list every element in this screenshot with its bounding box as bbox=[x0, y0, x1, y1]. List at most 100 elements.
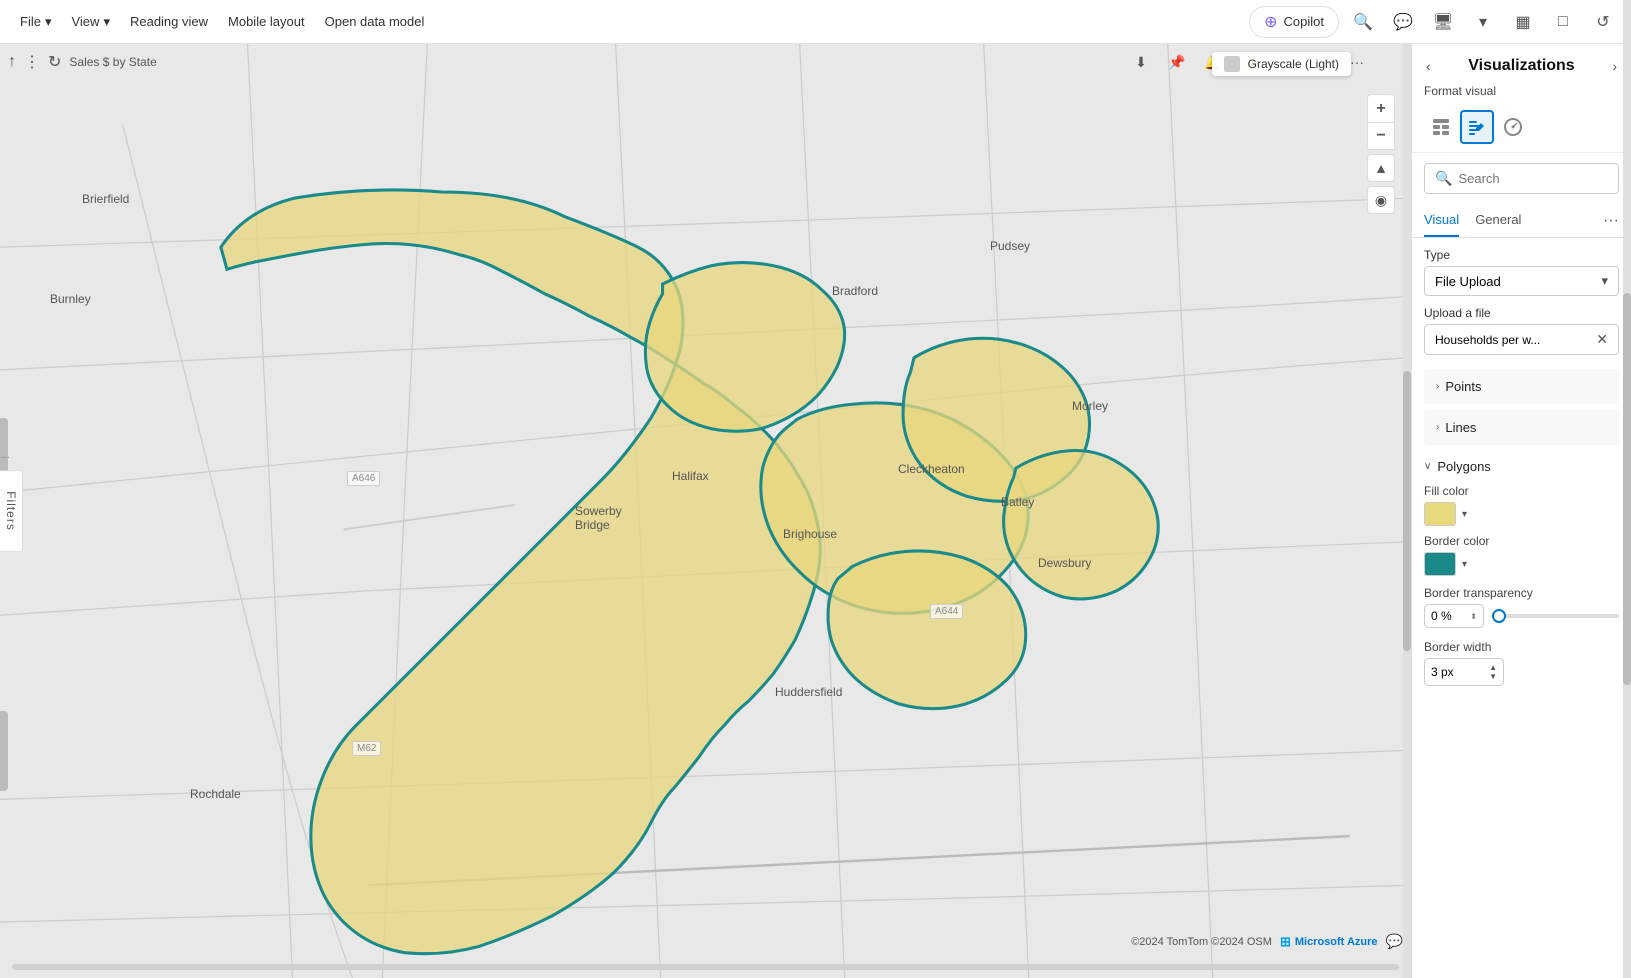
map-style-badge[interactable]: Grayscale (Light) bbox=[1212, 52, 1351, 76]
map-title-area: ↑ ⋮ ↻ Sales $ by State bbox=[8, 52, 157, 72]
zoom-out-button[interactable]: − bbox=[1367, 122, 1395, 150]
copilot-label: Copilot bbox=[1284, 14, 1324, 29]
undo-icon[interactable]: ↺ bbox=[1587, 6, 1619, 38]
move-up-icon[interactable]: ↑ bbox=[8, 53, 16, 71]
spin-down-icon[interactable]: ▼ bbox=[1489, 672, 1497, 681]
map-attribution: ©2024 TomTom ©2024 OSM ⊞ Microsoft Azure… bbox=[1131, 933, 1403, 950]
transparency-spinner[interactable]: ⬍ bbox=[1470, 612, 1477, 621]
viz-type-section: Type File Upload ▾ bbox=[1412, 238, 1631, 306]
search-input[interactable] bbox=[1458, 171, 1631, 186]
type-value: File Upload bbox=[1435, 274, 1501, 289]
view-label: View bbox=[71, 14, 99, 29]
filters-label: Filters bbox=[4, 491, 18, 531]
mobile-layout-label: Mobile layout bbox=[228, 14, 305, 29]
border-width-spinner[interactable]: ▲ ▼ bbox=[1489, 663, 1497, 681]
refresh-icon[interactable]: ↻ bbox=[48, 52, 61, 72]
spin-up-icon[interactable]: ▲ bbox=[1489, 663, 1497, 672]
filters-tab[interactable]: Filters bbox=[0, 470, 23, 552]
city-morley: Morley bbox=[1072, 399, 1108, 413]
fill-color-label: Fill color bbox=[1424, 484, 1619, 498]
lines-header[interactable]: › Lines bbox=[1424, 410, 1619, 445]
copilot-button[interactable]: ⊕ Copilot bbox=[1249, 6, 1339, 38]
file-menu[interactable]: File ▾ bbox=[12, 10, 59, 34]
city-dewsbury: Dewsbury bbox=[1038, 556, 1091, 570]
file-label: File bbox=[20, 14, 41, 29]
map-background bbox=[0, 44, 1411, 978]
city-cleckheaton: Cleckheaton bbox=[898, 462, 965, 476]
upload-field[interactable]: Households per w... ✕ bbox=[1424, 324, 1619, 355]
viz-icon-analytics[interactable] bbox=[1496, 110, 1530, 144]
expand-panel-button[interactable]: › bbox=[1610, 56, 1619, 76]
border-width-value: 3 px bbox=[1431, 665, 1454, 679]
road-a646: A646 bbox=[347, 471, 380, 486]
viz-icon-format-active[interactable] bbox=[1460, 110, 1494, 144]
mobile-layout-button[interactable]: Mobile layout bbox=[220, 10, 313, 33]
view-chevron-icon: ▾ bbox=[103, 14, 110, 30]
ellipsis-icon[interactable]: ⋮ bbox=[24, 52, 40, 72]
points-header[interactable]: › Points bbox=[1424, 369, 1619, 404]
upload-clear-button[interactable]: ✕ bbox=[1596, 331, 1608, 348]
fill-color-dropdown-arrow[interactable]: ▾ bbox=[1462, 509, 1467, 520]
border-color-label: Border color bbox=[1424, 534, 1619, 548]
tab-more-button[interactable]: ··· bbox=[1603, 212, 1619, 230]
viz-panel: ‹ Visualizations › Format visual 🔍 Vis bbox=[1411, 44, 1631, 978]
border-color-row: Border color ▾ bbox=[1424, 530, 1619, 580]
map-top-bar: ↑ ⋮ ↻ Sales $ by State bbox=[8, 52, 1403, 72]
fill-color-swatch-row: ▾ bbox=[1424, 502, 1619, 526]
border-transparency-thumb[interactable] bbox=[1492, 609, 1506, 623]
monitor-icon[interactable]: 🖥 bbox=[1427, 6, 1459, 38]
lines-section: › Lines bbox=[1424, 410, 1619, 445]
reading-view-button[interactable]: Reading view bbox=[122, 10, 216, 33]
north-button[interactable]: ▲ bbox=[1367, 154, 1395, 182]
border-color-swatch-row: ▾ bbox=[1424, 552, 1619, 576]
chat-map-icon[interactable]: 💬 bbox=[1386, 933, 1403, 950]
view-menu[interactable]: View ▾ bbox=[63, 10, 117, 34]
lines-chevron-icon: › bbox=[1436, 422, 1439, 433]
map-container: Filters bbox=[0, 44, 1411, 978]
map-scrollbar-vertical[interactable] bbox=[1403, 44, 1411, 978]
border-color-swatch[interactable] bbox=[1424, 552, 1456, 576]
map-style-label: Grayscale (Light) bbox=[1248, 57, 1339, 71]
location-button[interactable]: ◉ bbox=[1367, 186, 1395, 214]
chevron-down-icon[interactable]: ▾ bbox=[1467, 6, 1499, 38]
city-bradford: Bradford bbox=[832, 284, 878, 298]
open-data-model-button[interactable]: Open data model bbox=[317, 10, 433, 33]
tab-visual[interactable]: Visual bbox=[1424, 204, 1459, 237]
tab-general[interactable]: General bbox=[1475, 204, 1521, 237]
points-section: › Points bbox=[1424, 369, 1619, 404]
polygons-label: Polygons bbox=[1437, 459, 1490, 474]
city-burnley: Burnley bbox=[50, 292, 91, 306]
viz-format-title: Format visual bbox=[1412, 80, 1631, 106]
chat-icon[interactable]: 💬 bbox=[1387, 6, 1419, 38]
polygons-chevron-icon: ∨ bbox=[1424, 461, 1431, 472]
border-color-dropdown-arrow[interactable]: ▾ bbox=[1462, 559, 1467, 570]
copilot-icon: ⊕ bbox=[1264, 12, 1277, 32]
left-scroll-handle-2[interactable] bbox=[0, 711, 8, 791]
search-icon: 🔍 bbox=[1435, 170, 1452, 187]
viz-icon-table[interactable] bbox=[1424, 110, 1458, 144]
points-label: Points bbox=[1445, 379, 1481, 394]
share-icon[interactable]: □ bbox=[1547, 6, 1579, 38]
border-transparency-input[interactable]: 0 % ⬍ bbox=[1424, 604, 1484, 628]
main-content: Filters bbox=[0, 44, 1631, 978]
fill-color-row: Fill color ▾ bbox=[1424, 480, 1619, 530]
viz-search-box[interactable]: 🔍 bbox=[1424, 163, 1619, 194]
binoculars-icon[interactable]: 🔍 bbox=[1347, 6, 1379, 38]
city-rochdale: Rochdale bbox=[190, 787, 241, 801]
viz-panel-title: Visualizations bbox=[1468, 57, 1574, 75]
type-dropdown[interactable]: File Upload ▾ bbox=[1424, 266, 1619, 296]
border-transparency-slider[interactable] bbox=[1492, 614, 1619, 618]
zoom-in-button[interactable]: + bbox=[1367, 94, 1395, 122]
polygons-header[interactable]: ∨ Polygons bbox=[1424, 449, 1619, 480]
map-title: Sales $ by State bbox=[69, 55, 156, 69]
fill-color-swatch[interactable] bbox=[1424, 502, 1456, 526]
layout-icon[interactable]: ▦ bbox=[1507, 6, 1539, 38]
border-transparency-row: Border transparency 0 % ⬍ bbox=[1424, 580, 1619, 634]
city-brierfield: Brierfield bbox=[82, 192, 129, 206]
border-width-input[interactable]: 3 px ▲ ▼ bbox=[1424, 658, 1504, 686]
map-scrollbar-horizontal[interactable] bbox=[12, 964, 1399, 970]
collapse-panel-button[interactable]: ‹ bbox=[1424, 56, 1433, 76]
upload-label: Upload a file bbox=[1424, 306, 1619, 320]
viz-icons-row bbox=[1412, 106, 1631, 153]
viz-panel-scrollbar[interactable] bbox=[1623, 44, 1631, 978]
